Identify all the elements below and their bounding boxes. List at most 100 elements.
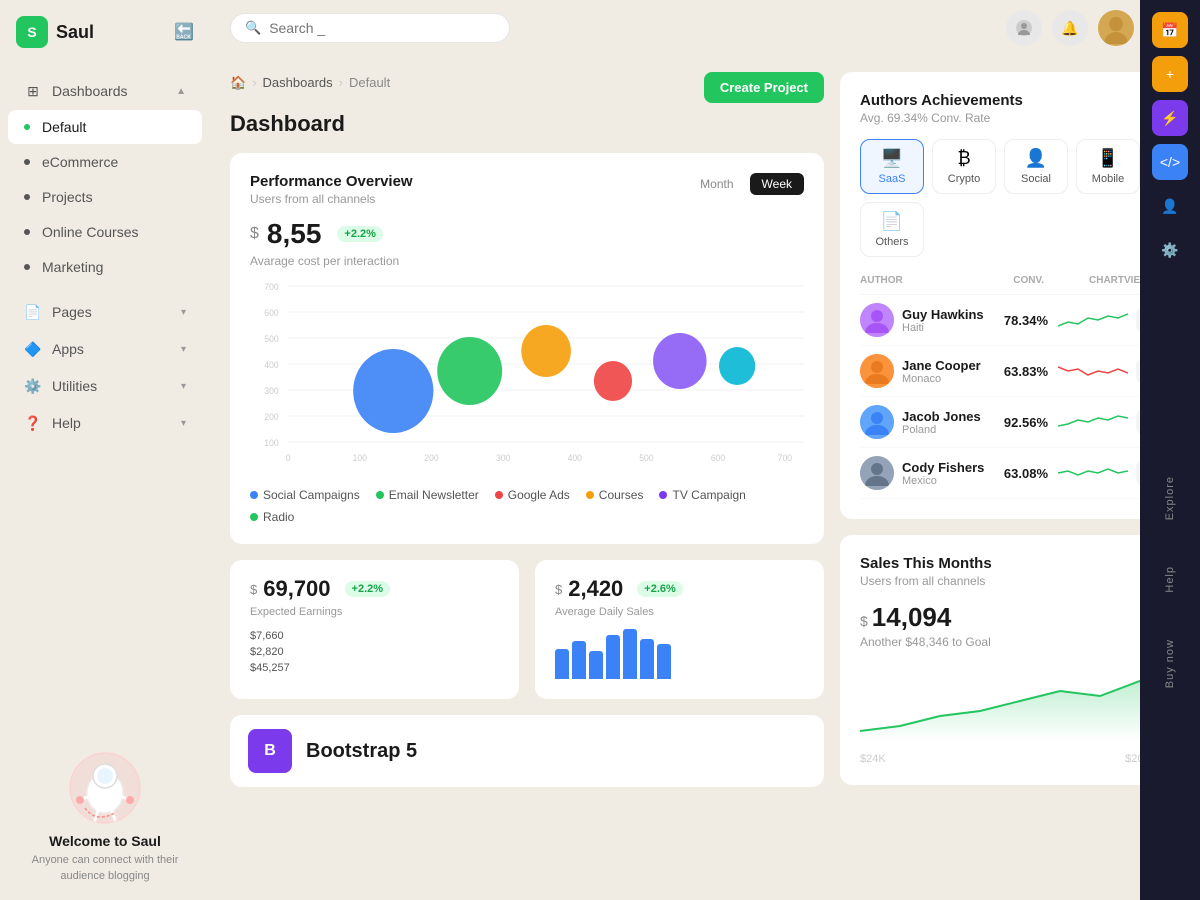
dollar-sign: $ [250,225,259,243]
tab-mobile[interactable]: 📱 Mobile [1076,139,1140,194]
notifications-icon[interactable]: 🔔 [1052,10,1088,46]
tab-social[interactable]: 👤 Social [1004,139,1068,194]
sales-subtitle: Users from all channels [860,574,1160,588]
breadcrumb-sep2: › [339,75,343,90]
calendar-icon[interactable]: 📅 [1152,12,1188,48]
apps-icon: 🔷 [24,340,42,358]
tab-crypto[interactable]: ₿ Crypto [932,139,996,194]
nav-dot [24,194,30,200]
help-icon: ❓ [24,414,42,432]
others-icon: 📄 [881,211,903,232]
legend-dot [495,491,503,499]
mini-bar [657,644,671,679]
svg-text:100: 100 [264,438,278,448]
settings-side-icon[interactable]: ⚙️ [1152,232,1188,268]
grid-icon: ⊞ [24,82,42,100]
svg-text:600: 600 [711,453,725,463]
daily-sales-card: $ 2,420 +2.6% Average Daily Sales [535,560,824,699]
topbar-avatar-small[interactable] [1006,10,1042,46]
sidebar-item-ecommerce[interactable]: eCommerce [8,145,202,179]
toggle-month[interactable]: Month [688,173,745,195]
sales-goal: Another $48,346 to Goal [860,635,1160,649]
sidebar-item-marketing[interactable]: Marketing [8,250,202,284]
lightning-icon[interactable]: ⚡ [1152,100,1188,136]
avatar [860,303,894,337]
chevron-icon: ▲ [176,86,186,97]
sidebar-item-dashboards[interactable]: ⊞ Dashboards ▲ [8,73,202,109]
sales-title: Sales This Months [860,555,1160,572]
sidebar-welcome: Welcome to Saul Anyone can connect with … [0,727,210,900]
chevron-icon: ▾ [181,307,186,318]
author-col-header: AUTHOR [860,275,984,286]
sales-card: Sales This Months Users from all channel… [840,535,1180,785]
user-icon[interactable]: 👤 [1152,188,1188,224]
logo-icon: S [16,16,48,48]
svg-text:400: 400 [264,360,278,370]
legend-email-newsletter: Email Newsletter [376,488,479,502]
user-avatar[interactable] [1098,10,1134,46]
legend-dot [376,491,384,499]
authors-tabs: 🖥️ SaaS ₿ Crypto 👤 Social 📱 Mobile [860,139,1160,257]
help-label[interactable]: Help [1160,558,1180,601]
sidebar-item-apps[interactable]: 🔷 Apps ▾ [8,331,202,367]
breadcrumb-dashboards[interactable]: Dashboards [263,75,333,90]
active-dot [24,124,30,130]
mini-chart [1048,308,1128,332]
app-name: Saul [56,22,94,43]
chevron-icon: ▾ [181,381,186,392]
svg-text:400: 400 [568,453,582,463]
sales-labels: $24K $20.5K [860,753,1160,765]
avatar [860,354,894,388]
mini-bar [623,629,637,679]
topbar: 🔍 🔔 ⚙️ [210,0,1200,56]
legend-google-ads: Google Ads [495,488,570,502]
table-row: Jane Cooper Monaco 63.83% → [860,346,1160,397]
list-value-3: $45,257 [250,660,499,676]
performance-subtitle: Users from all channels [250,192,413,206]
sidebar-item-online-courses[interactable]: Online Courses [8,215,202,249]
sidebar: S Saul 🔙 ⊞ Dashboards ▲ Default eCommerc… [0,0,210,900]
svg-text:200: 200 [424,453,438,463]
nav-dot [24,229,30,235]
side-labels: Explore Help Buy now [1160,276,1180,888]
sidebar-item-utilities[interactable]: ⚙️ Utilities ▾ [8,368,202,404]
sidebar-item-projects[interactable]: Projects [8,180,202,214]
create-project-button[interactable]: Create Project [704,72,824,103]
welcome-title: Welcome to Saul [16,833,194,849]
conv-col-header: CONV. [984,275,1044,286]
avatar [860,405,894,439]
legend-social-campaigns: Social Campaigns [250,488,360,502]
toggle-week[interactable]: Week [750,173,804,195]
search-icon: 🔍 [245,20,261,36]
add-icon[interactable]: + [1152,56,1188,92]
buy-label[interactable]: Buy now [1160,631,1180,696]
conv-rate: 92.56% [988,415,1048,430]
chart-col-header: CHART [1044,275,1124,286]
breadcrumb: 🏠 › Dashboards › Default [230,75,390,91]
bootstrap-label: Bootstrap 5 [306,740,417,763]
mini-chart [1048,410,1128,434]
authors-table-header: AUTHOR CONV. CHART VIEW [860,271,1160,295]
search-box[interactable]: 🔍 [230,13,510,43]
sidebar-logo: S Saul 🔙 [0,0,210,64]
svg-text:500: 500 [639,453,653,463]
social-icon: 👤 [1025,148,1047,169]
sidebar-item-pages[interactable]: 📄 Pages ▾ [8,294,202,330]
search-input[interactable] [269,20,495,36]
sales-chart-area [860,661,1160,741]
authors-card: Authors Achievements Avg. 69.34% Conv. R… [840,72,1180,519]
code-icon[interactable]: </> [1152,144,1188,180]
legend-courses: Courses [586,488,644,502]
daily-sales-badge: +2.6% [637,581,683,597]
explore-label[interactable]: Explore [1160,468,1180,528]
mini-bar [606,635,620,679]
back-icon[interactable]: 🔙 [174,22,194,42]
tab-saas[interactable]: 🖥️ SaaS [860,139,924,194]
performance-header: Performance Overview Users from all chan… [250,173,804,206]
bubble-chart: 700 600 500 400 300 200 100 0 100 200 30… [250,276,804,476]
sidebar-item-help[interactable]: ❓ Help ▾ [8,405,202,441]
tab-others[interactable]: 📄 Others [860,202,924,257]
sidebar-item-default[interactable]: Default [8,110,202,144]
mini-bar [589,651,603,679]
author-info: Guy Hawkins Haiti [902,307,988,334]
